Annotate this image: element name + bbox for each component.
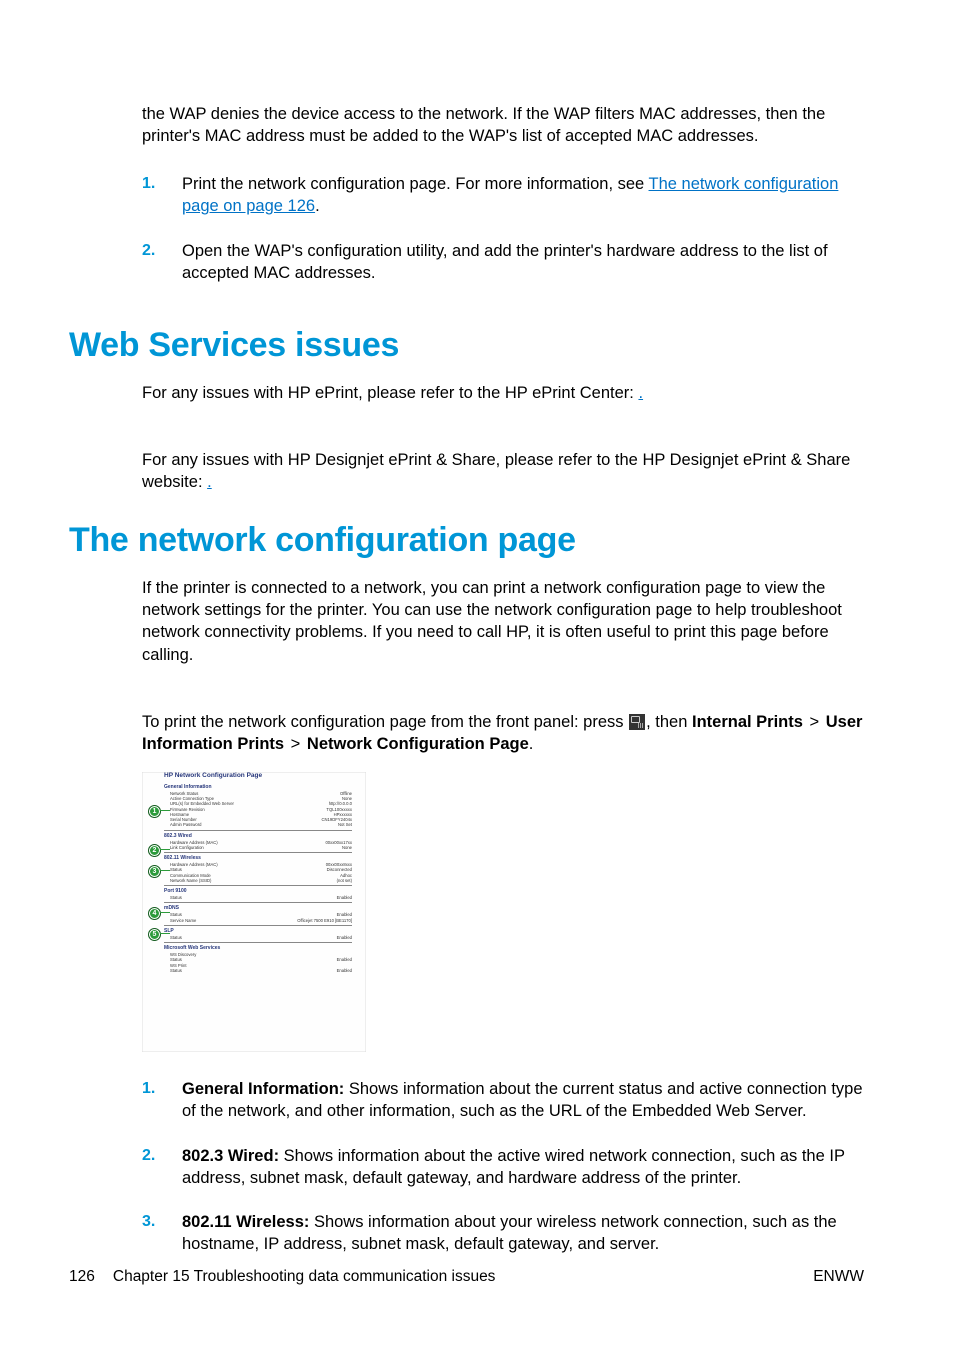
step-text-before: Print the network configuration page. Fo…: [182, 175, 649, 193]
net-cfg-p2: To print the network configuration page …: [142, 711, 864, 756]
section-head: Port 9100: [164, 888, 352, 894]
web-services-p1: For any issues with HP ePrint, please re…: [142, 382, 864, 404]
callout-4: 4: [148, 907, 161, 920]
screenshot-section-msws: Microsoft Web Services WS Discovery Stat…: [164, 945, 352, 975]
step-marker: 2.: [142, 240, 182, 285]
menu-network-configuration-page: Network Configuration Page: [307, 735, 529, 753]
legend-item-3: 3. 802.11 Wireless: Shows information ab…: [142, 1203, 864, 1270]
network-config-page-screenshot: HP Network Configuration Page 1 General …: [142, 772, 366, 1052]
link-eprint-share[interactable]: .: [207, 473, 212, 491]
callout-5: 5: [148, 928, 161, 941]
menu-internal-prints: Internal Prints: [692, 713, 803, 731]
screenshot-title: HP Network Configuration Page: [164, 772, 366, 779]
screenshot-section-general: General Information Network StatusOfflin…: [164, 784, 352, 831]
page-footer: 126 Chapter 15 Troubleshooting data comm…: [69, 1268, 864, 1286]
screenshot-section-port9100: Port 9100 StatusEnabled: [164, 888, 352, 903]
separator: >: [803, 713, 826, 731]
footer-lang: ENWW: [813, 1268, 864, 1286]
section-head: Microsoft Web Services: [164, 945, 352, 951]
text: To print the network configuration page …: [142, 713, 628, 731]
step-marker: 1.: [142, 173, 182, 218]
screenshot-section-wired: 802.3 Wired Hardware Address (MAC)00xx00…: [164, 833, 352, 854]
legend-item-2: 2. 802.3 Wired: Shows information about …: [142, 1137, 864, 1204]
callout-1: 1: [148, 805, 161, 818]
screenshot-section-slp: SLP StatusEnabled: [164, 928, 352, 943]
step-marker: 3.: [142, 1211, 182, 1256]
callout-3: 3: [148, 865, 161, 878]
footer-chapter: Chapter 15 Troubleshooting data communic…: [113, 1268, 496, 1286]
heading-network-configuration-page: The network configuration page: [69, 521, 864, 560]
intro-steps-list: 1. Print the network configuration page.…: [142, 165, 864, 298]
heading-web-services-issues: Web Services issues: [69, 326, 864, 365]
step-marker: 1.: [142, 1078, 182, 1123]
legend-label: 802.11 Wireless:: [182, 1213, 309, 1231]
legend-text: Shows information about the active wired…: [182, 1147, 845, 1187]
section-head: 802.11 Wireless: [164, 855, 352, 861]
footer-page-number: 126: [69, 1268, 95, 1286]
link-eprint-center[interactable]: .: [638, 384, 643, 402]
legend-label: 802.3 Wired:: [182, 1147, 279, 1165]
text: , then: [646, 713, 692, 731]
legend-item-1: 1. General Information: Shows informatio…: [142, 1070, 864, 1137]
screenshot-section-mdns: mDNS StatusEnabled Service NameOfficejet…: [164, 905, 352, 926]
callout-2: 2: [148, 844, 161, 857]
section-head: mDNS: [164, 905, 352, 911]
step-marker: 2.: [142, 1145, 182, 1190]
step-text: Open the WAP's configuration utility, an…: [182, 240, 864, 285]
separator: >: [284, 735, 307, 753]
net-cfg-p1: If the printer is connected to a network…: [142, 577, 864, 666]
legend-list: 1. General Information: Shows informatio…: [142, 1070, 864, 1270]
section-head: 802.3 Wired: [164, 833, 352, 839]
period: .: [529, 735, 534, 753]
step-text-after: .: [315, 197, 320, 215]
web-services-p2: For any issues with HP Designjet ePrint …: [142, 449, 864, 494]
intro-paragraph: the WAP denies the device access to the …: [142, 103, 864, 148]
section-head: General Information: [164, 784, 352, 790]
intro-step-1: 1. Print the network configuration page.…: [142, 165, 864, 232]
text: For any issues with HP Designjet ePrint …: [142, 451, 850, 491]
legend-label: General Information:: [182, 1080, 344, 1098]
intro-step-2: 2. Open the WAP's configuration utility,…: [142, 232, 864, 299]
section-head: SLP: [164, 928, 352, 934]
front-panel-icon: [629, 714, 645, 730]
screenshot-section-wireless: 802.11 Wireless Hardware Address (MAC)00…: [164, 855, 352, 886]
text: For any issues with HP ePrint, please re…: [142, 384, 638, 402]
